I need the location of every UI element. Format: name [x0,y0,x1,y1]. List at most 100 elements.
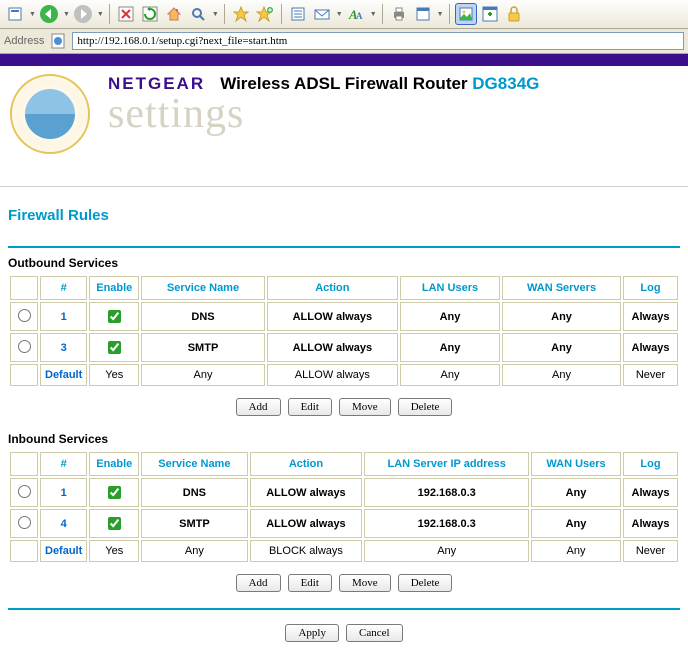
wan-cell: Any [531,509,621,538]
service-cell: SMTP [141,333,264,362]
refresh-button[interactable] [139,3,161,25]
chevron-down-icon[interactable]: ▼ [370,11,377,18]
apply-button[interactable]: Apply [285,624,339,642]
add-favorite-button[interactable] [254,3,276,25]
wan-cell: Any [502,333,621,362]
lan-cell: Any [400,333,500,362]
print-button[interactable] [388,3,410,25]
row-select-radio[interactable] [18,340,31,353]
wan-cell: Any [502,364,621,386]
chevron-down-icon[interactable]: ▼ [437,11,444,18]
col-service: Service Name [141,276,264,300]
url-input[interactable] [72,32,684,50]
page-icon [50,33,66,49]
enable-checkbox[interactable] [108,341,121,354]
header-accent-bar [0,54,688,66]
table-default-row: Default Yes Any ALLOW always Any Any Nev… [10,364,678,386]
netgear-logo [10,74,90,154]
enable-checkbox[interactable] [108,486,121,499]
row-select-radio[interactable] [18,516,31,529]
images-button[interactable] [455,3,477,25]
col-select [10,276,38,300]
rule-number[interactable]: 4 [40,509,87,538]
delete-button[interactable]: Delete [398,574,453,592]
service-cell: Any [141,540,247,562]
delete-button[interactable]: Delete [398,398,453,416]
forward-button[interactable] [72,3,94,25]
chevron-down-icon[interactable]: ▼ [212,11,219,18]
svg-text:A: A [356,11,363,21]
row-select-radio[interactable] [18,309,31,322]
move-button[interactable]: Move [339,574,391,592]
log-cell: Always [623,478,678,507]
chevron-down-icon[interactable]: ▼ [29,11,36,18]
cancel-button[interactable]: Cancel [346,624,403,642]
chevron-down-icon[interactable]: ▼ [63,11,70,18]
file-menu-icon[interactable] [4,3,26,25]
col-enable: Enable [89,276,139,300]
table-header-row: # Enable Service Name Action LAN Server … [10,452,678,476]
log-cell: Always [623,509,678,538]
mail-button[interactable] [311,3,333,25]
page-title: Firewall Rules [8,201,680,246]
outbound-table: # Enable Service Name Action LAN Users W… [8,274,680,388]
outbound-button-row: Add Edit Move Delete [8,398,680,416]
favorites-button[interactable] [230,3,252,25]
edit-button[interactable] [412,3,434,25]
move-button[interactable]: Move [339,398,391,416]
add-button[interactable]: Add [236,398,281,416]
table-row: 3 SMTP ALLOW always Any Any Always [10,333,678,362]
col-lan: LAN Server IP address [364,452,529,476]
wan-cell: Any [531,478,621,507]
home-button[interactable] [163,3,185,25]
default-label[interactable]: Default [40,364,87,386]
rule-number[interactable]: 1 [40,302,87,331]
col-lan: LAN Users [400,276,500,300]
log-cell: Always [623,333,678,362]
col-wan: WAN Users [531,452,621,476]
service-cell: DNS [141,302,264,331]
footer-button-row: Apply Cancel [8,624,680,642]
enable-checkbox[interactable] [108,310,121,323]
action-cell: ALLOW always [250,478,363,507]
lock-icon [503,3,525,25]
log-cell: Never [623,364,678,386]
col-action: Action [250,452,363,476]
wan-cell: Any [531,540,621,562]
col-service: Service Name [141,452,247,476]
edit-button[interactable]: Edit [288,398,332,416]
main-content: Firewall Rules Outbound Services # Enabl… [0,201,688,658]
action-cell: BLOCK always [250,540,363,562]
rule-number[interactable]: 1 [40,478,87,507]
stop-button[interactable] [115,3,137,25]
row-select-radio[interactable] [18,485,31,498]
default-label[interactable]: Default [40,540,87,562]
search-button[interactable] [187,3,209,25]
col-enable: Enable [89,452,139,476]
action-cell: ALLOW always [267,364,398,386]
table-default-row: Default Yes Any BLOCK always Any Any Nev… [10,540,678,562]
lan-cell: 192.168.0.3 [364,509,529,538]
enable-cell: Yes [89,364,139,386]
chevron-down-icon[interactable]: ▼ [97,11,104,18]
log-cell: Always [623,302,678,331]
fullscreen-button[interactable] [479,3,501,25]
edit-button[interactable]: Edit [288,574,332,592]
history-button[interactable] [287,3,309,25]
lan-cell: Any [400,302,500,331]
address-bar: Address [0,29,688,54]
action-cell: ALLOW always [267,302,398,331]
address-label: Address [4,35,44,47]
lan-cell: Any [400,364,500,386]
rule-number[interactable]: 3 [40,333,87,362]
back-button[interactable] [38,3,60,25]
add-button[interactable]: Add [236,574,281,592]
lan-cell: Any [364,540,529,562]
enable-checkbox[interactable] [108,517,121,530]
font-button[interactable]: AA [345,3,367,25]
enable-cell: Yes [89,540,139,562]
chevron-down-icon[interactable]: ▼ [336,11,343,18]
log-cell: Never [623,540,678,562]
col-log: Log [623,452,678,476]
lan-cell: 192.168.0.3 [364,478,529,507]
